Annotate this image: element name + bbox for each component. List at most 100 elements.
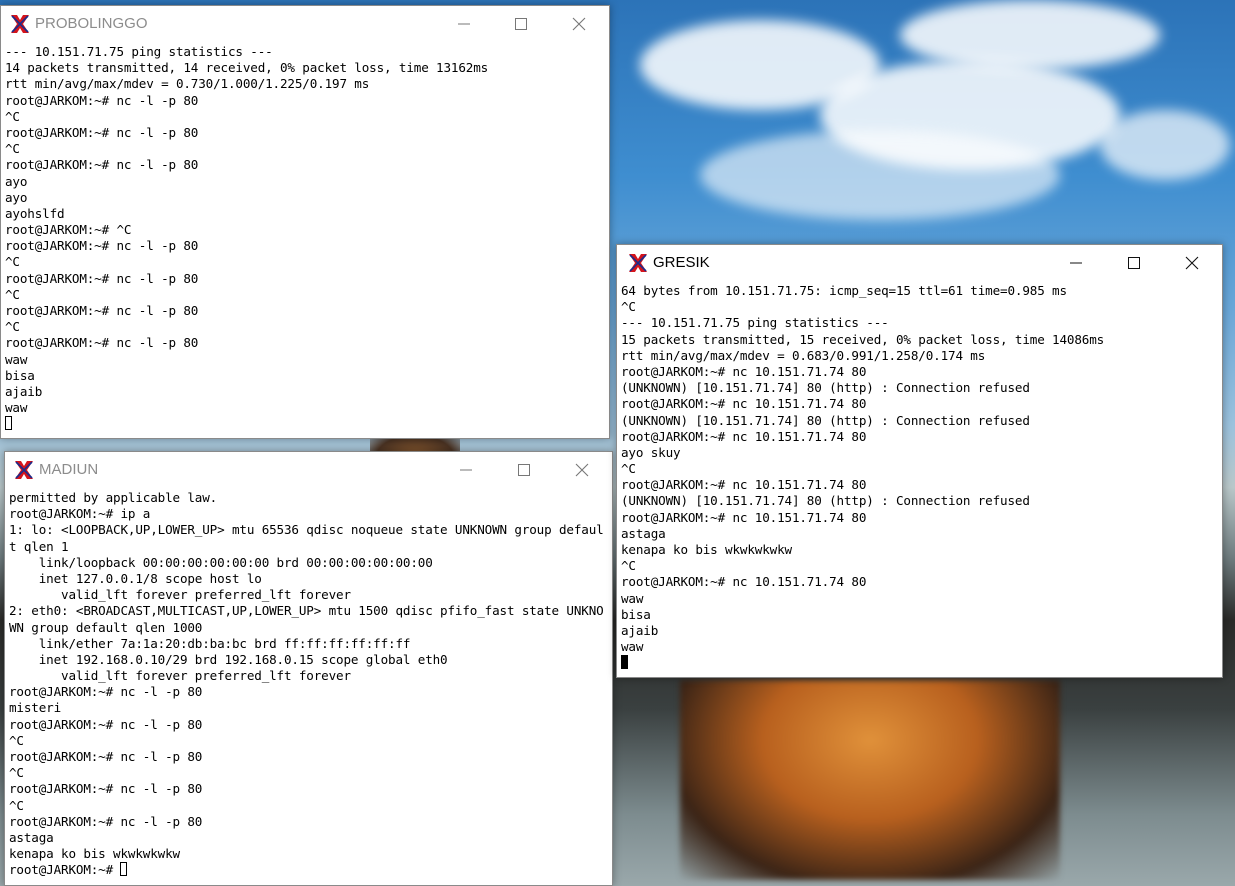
terminal-line: root@JARKOM:~# nc -l -p 80 — [5, 157, 607, 173]
minimize-icon — [460, 469, 472, 471]
terminal-line-text: (UNKNOWN) [10.151.71.74] 80 (http) : Con… — [621, 380, 1030, 396]
terminal-line-text: root@JARKOM:~# nc -l -p 80 — [5, 238, 199, 254]
minimize-button[interactable] — [437, 452, 495, 488]
terminal-line: rtt min/avg/max/mdev = 0.730/1.000/1.225… — [5, 76, 607, 92]
title-bar[interactable]: MADIUN — [5, 452, 612, 488]
terminal-line: ayo — [5, 190, 607, 206]
terminal-line: kenapa ko bis wkwkwkwkw — [621, 542, 1220, 558]
terminal-line-text: link/ether 7a:1a:20:db:ba:bc brd ff:ff:f… — [9, 635, 411, 651]
terminal-line-text: root@JARKOM:~# nc -l -p 80 — [5, 92, 199, 108]
title-bar[interactable]: GRESIK — [617, 245, 1222, 281]
terminal-line: ^C — [5, 109, 607, 125]
window-title: PROBOLINGGO — [35, 15, 148, 32]
terminal-line: (UNKNOWN) [10.151.71.74] 80 (http) : Con… — [621, 413, 1220, 429]
terminal-line-text: root@JARKOM:~# nc 10.151.71.74 80 — [621, 509, 867, 525]
terminal-line: waw — [5, 352, 607, 368]
terminal-line: misteri — [9, 700, 610, 716]
title-bar[interactable]: PROBOLINGGO — [1, 6, 609, 42]
close-icon — [572, 17, 586, 31]
terminal-line-text: waw — [5, 400, 28, 416]
terminal-line-text: ^C — [621, 558, 636, 574]
terminal-line-text: 1: lo: <LOOPBACK,UP,LOWER_UP> mtu 65536 … — [9, 522, 604, 538]
terminal-line-text: 2: eth0: <BROADCAST,MULTICAST,UP,LOWER_U… — [9, 603, 604, 619]
minimize-icon — [458, 23, 470, 25]
terminal-line: root@JARKOM:~# nc 10.151.71.74 80 — [621, 429, 1220, 445]
terminal-line-text: ^C — [5, 141, 20, 157]
xterm-icon — [15, 461, 33, 479]
terminal-line-text: root@JARKOM:~# nc 10.151.71.74 80 — [621, 363, 867, 379]
maximize-button[interactable] — [495, 452, 553, 488]
terminal-line-text: root@JARKOM:~# nc 10.151.71.74 80 — [621, 574, 867, 590]
terminal-line: ^C — [621, 558, 1220, 574]
terminal-line-text: ayo skuy — [621, 444, 681, 460]
close-icon — [575, 463, 589, 477]
terminal-line: root@JARKOM:~# nc -l -p 80 — [5, 93, 607, 109]
maximize-button[interactable] — [1105, 245, 1163, 281]
terminal-line: rtt min/avg/max/mdev = 0.683/0.991/1.258… — [621, 348, 1220, 364]
terminal-line: root@JARKOM:~# nc -l -p 80 — [9, 717, 610, 733]
terminal-line-text: root@JARKOM:~# — [9, 862, 121, 878]
terminal-line: root@JARKOM:~# ip a — [9, 506, 610, 522]
terminal-line: root@JARKOM:~# nc 10.151.71.74 80 — [621, 574, 1220, 590]
terminal-line-text: t qlen 1 — [9, 538, 69, 554]
terminal-line: ^C — [9, 765, 610, 781]
minimize-button[interactable] — [1047, 245, 1105, 281]
terminal-line-text: root@JARKOM:~# nc -l -p 80 — [9, 716, 203, 732]
terminal-line-text: WN group default qlen 1000 — [9, 619, 203, 635]
terminal-line: permitted by applicable law. — [9, 490, 610, 506]
terminal-line: t qlen 1 — [9, 539, 610, 555]
terminal-window-madiun[interactable]: MADIUN permitted by applicable law. root@… — [4, 451, 613, 886]
terminal-line-text: valid_lft forever preferred_lft forever — [9, 668, 351, 684]
terminal-line-text: waw — [621, 639, 644, 655]
terminal-line: 2: eth0: <BROADCAST,MULTICAST,UP,LOWER_U… — [9, 603, 610, 619]
terminal-line-text: waw — [621, 590, 644, 606]
maximize-icon — [518, 464, 530, 476]
terminal-line-text: (UNKNOWN) [10.151.71.74] 80 (http) : Con… — [621, 493, 1030, 509]
terminal-line-text: root@JARKOM:~# nc -l -p 80 — [9, 684, 203, 700]
terminal-line: ayo — [5, 174, 607, 190]
terminal-line: bisa — [621, 607, 1220, 623]
desktop-background: PROBOLINGGO --- 10.151.71.75 ping statis… — [0, 0, 1235, 886]
terminal-line-text: (UNKNOWN) [10.151.71.74] 80 (http) : Con… — [621, 412, 1030, 428]
terminal-line: root@JARKOM:~# nc 10.151.71.74 80 — [621, 364, 1220, 380]
text-cursor — [621, 655, 628, 670]
terminal-output[interactable]: --- 10.151.71.75 ping statistics --- 14 p… — [5, 44, 607, 438]
terminal-line-text: root@JARKOM:~# nc -l -p 80 — [9, 781, 203, 797]
terminal-line-text: ^C — [9, 765, 24, 781]
terminal-line: 14 packets transmitted, 14 received, 0% … — [5, 60, 607, 76]
terminal-line-text: root@JARKOM:~# ^C — [5, 222, 132, 238]
terminal-line: root@JARKOM:~# — [9, 862, 610, 878]
terminal-output[interactable]: 64 bytes from 10.151.71.75: icmp_seq=15 … — [621, 283, 1220, 677]
terminal-line: ^C — [9, 798, 610, 814]
terminal-line-text: 64 bytes from 10.151.71.75: icmp_seq=15 … — [621, 283, 1067, 298]
terminal-line: astaga — [9, 830, 610, 846]
wallpaper-rock-reflection — [680, 680, 1060, 880]
terminal-output[interactable]: permitted by applicable law. root@JARKOM:… — [9, 490, 610, 885]
terminal-line: root@JARKOM:~# nc -l -p 80 — [9, 781, 610, 797]
terminal-line: root@JARKOM:~# nc 10.151.71.74 80 — [621, 396, 1220, 412]
terminal-line-text: astaga — [9, 829, 54, 845]
minimize-button[interactable] — [435, 6, 493, 42]
terminal-line: ^C — [621, 461, 1220, 477]
maximize-button[interactable] — [492, 6, 550, 42]
terminal-line-text: 15 packets transmitted, 15 received, 0% … — [621, 331, 1105, 347]
terminal-line-text: --- 10.151.71.75 ping statistics --- — [5, 44, 273, 59]
terminal-line: root@JARKOM:~# nc -l -p 80 — [9, 749, 610, 765]
terminal-line-text: kenapa ko bis wkwkwkwkw — [621, 542, 792, 557]
terminal-line-text: root@JARKOM:~# nc 10.151.71.74 80 — [621, 477, 867, 493]
terminal-line-text: valid_lft forever preferred_lft forever — [9, 587, 351, 603]
close-button[interactable] — [1163, 245, 1221, 281]
window-title: GRESIK — [653, 254, 710, 271]
terminal-line: waw — [621, 639, 1220, 655]
terminal-line-text: inet 127.0.0.1/8 scope host lo — [9, 570, 262, 586]
terminal-line-text: misteri — [9, 700, 62, 716]
terminal-line-text: ^C — [5, 286, 20, 302]
terminal-line: ^C — [5, 141, 607, 157]
terminal-line-text: root@JARKOM:~# nc -l -p 80 — [5, 157, 199, 173]
terminal-line: ayo skuy — [621, 445, 1220, 461]
terminal-window-gresik[interactable]: GRESIK 64 bytes from 10.151.71.75: icmp_… — [616, 244, 1223, 678]
terminal-window-probolinggo[interactable]: PROBOLINGGO --- 10.151.71.75 ping statis… — [0, 5, 610, 439]
close-button[interactable] — [550, 6, 608, 42]
close-button[interactable] — [553, 452, 611, 488]
terminal-line: root@JARKOM:~# nc -l -p 80 — [5, 303, 607, 319]
